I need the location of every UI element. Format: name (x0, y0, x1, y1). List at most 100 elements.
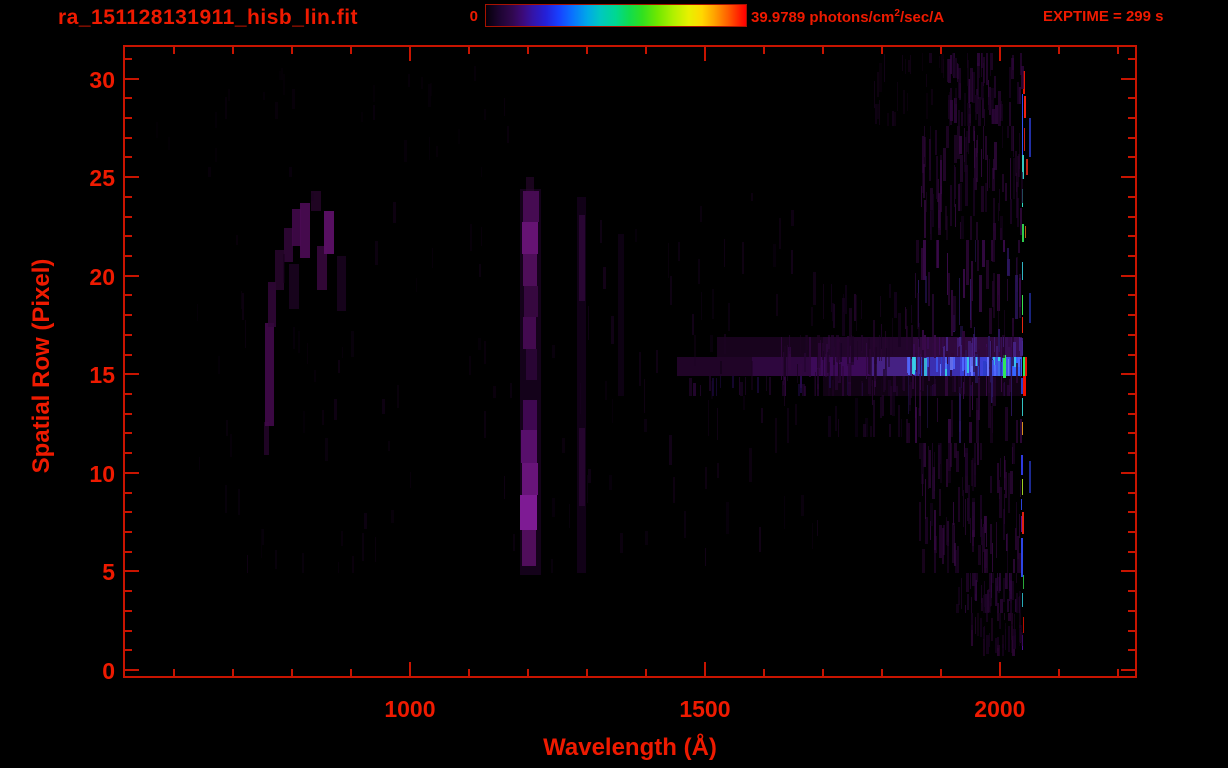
airglow-stripe (788, 353, 791, 370)
airglow-stripe (902, 54, 904, 72)
airglow-stripe (1017, 356, 1020, 367)
airglow-stripe (342, 346, 344, 359)
colorbar-gradient (485, 4, 747, 27)
axis-tick (880, 47, 883, 54)
airglow-stripe (841, 365, 844, 396)
axis-tick (1128, 590, 1135, 593)
airglow-stripe (976, 222, 979, 241)
airglow-stripe (322, 410, 324, 425)
airglow-stripe (925, 192, 928, 213)
axis-tick (125, 609, 132, 612)
axis-tick (526, 47, 529, 54)
axis-tick (585, 669, 588, 676)
airglow-stripe (667, 243, 670, 278)
axis-tick (1128, 393, 1135, 396)
airglow-stripe (935, 130, 937, 156)
airglow-stripe (645, 530, 648, 546)
airglow-stripe (1018, 336, 1020, 352)
axis-tick (125, 590, 132, 593)
axis-tick (1121, 471, 1135, 474)
axis-tick (1121, 669, 1135, 672)
airglow-stripe (693, 383, 696, 396)
airglow-stripe (552, 344, 556, 358)
airglow-stripe (691, 313, 695, 335)
airglow-stripe (905, 58, 907, 75)
airglow-stripe (952, 523, 955, 564)
airglow-stripe (871, 379, 874, 405)
axis-tick (125, 669, 139, 672)
airglow-stripe (280, 68, 283, 80)
airglow-stripe (979, 443, 983, 461)
airglow-stripe (978, 545, 981, 565)
airglow-stripe (919, 392, 922, 438)
airglow-stripe (868, 383, 872, 396)
airglow-stripe (961, 216, 964, 239)
airglow-stripe (1009, 345, 1013, 357)
airglow-stripe (977, 240, 979, 272)
airglow-stripe (898, 313, 902, 347)
airglow-stripe (977, 377, 981, 420)
axis-tick (644, 47, 647, 54)
airglow-stripe (283, 73, 285, 96)
airglow-stripe (975, 156, 977, 178)
airglow-stripe (947, 541, 949, 574)
axis-tick (762, 669, 765, 676)
airglow-stripe (705, 467, 707, 489)
airglow-stripe (863, 424, 866, 438)
airglow-stripe (711, 289, 714, 319)
airglow-stripe (677, 241, 680, 262)
airglow-stripe (743, 396, 745, 411)
airglow-stripe (965, 498, 967, 535)
airglow-stripe (311, 192, 315, 202)
airglow-stripe (951, 289, 954, 336)
airglow-stripe (908, 369, 910, 415)
airglow-stripe (823, 350, 825, 382)
airglow-stripe (985, 594, 987, 613)
airglow-stripe (156, 121, 159, 139)
airglow-stripe (1021, 171, 1023, 203)
airglow-stripe (841, 298, 845, 336)
airglow-stripe (727, 303, 730, 331)
airglow-stripe (655, 350, 659, 374)
spectral-feature (522, 222, 538, 255)
airglow-stripe (828, 376, 831, 389)
airglow-stripe (1004, 612, 1006, 621)
airglow-stripe (1011, 447, 1014, 464)
airglow-stripe (363, 512, 367, 530)
airglow-stripe (925, 276, 927, 304)
airglow-stripe (740, 382, 743, 396)
axis-tick (125, 412, 132, 415)
axis-tick (125, 393, 132, 396)
airglow-stripe (946, 459, 948, 487)
axis-tick (125, 511, 132, 514)
airglow-stripe (766, 376, 768, 391)
airglow-stripe (1007, 359, 1010, 377)
airglow-stripe (837, 418, 840, 438)
axis-tick (1128, 235, 1135, 238)
airglow-stripe (803, 353, 807, 372)
airglow-stripe (991, 359, 995, 377)
airglow-stripe (978, 96, 982, 126)
airglow-stripe (238, 488, 241, 516)
airglow-stripe (954, 343, 956, 357)
airglow-stripe (783, 345, 787, 377)
airglow-stripe (669, 435, 673, 466)
airglow-stripe (993, 198, 995, 231)
airglow-stripe (997, 612, 1000, 622)
airglow-stripe (922, 164, 926, 198)
airglow-stripe (934, 509, 936, 551)
airglow-stripe (957, 487, 960, 523)
airglow-stripe (974, 130, 976, 169)
airglow-stripe (997, 202, 999, 222)
plot-area (123, 45, 1137, 678)
axis-tick (880, 669, 883, 676)
airglow-stripe (971, 612, 974, 631)
x-tick-label: 2000 (974, 696, 1026, 722)
airglow-stripe (985, 612, 989, 622)
airglow-stripe (217, 355, 220, 375)
x-axis-title: Wavelength (Å) (543, 734, 717, 761)
airglow-stripe (925, 73, 928, 88)
airglow-stripe (860, 300, 863, 320)
axis-tick (349, 669, 352, 676)
airglow-stripe (940, 356, 943, 373)
